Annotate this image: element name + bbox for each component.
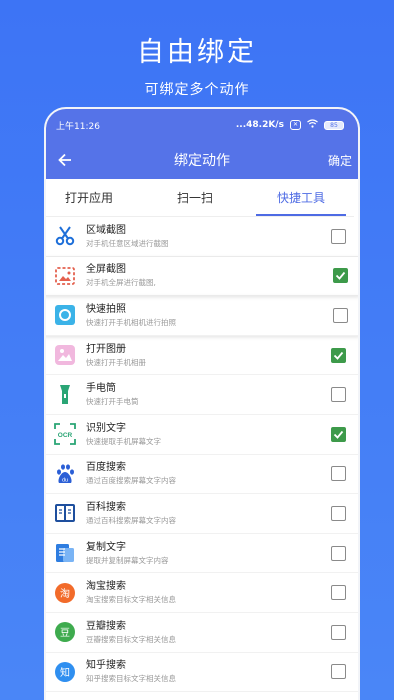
zhihu-icon: 知 xyxy=(54,661,76,683)
battery-icon: 85 xyxy=(324,120,344,130)
item-checkbox[interactable] xyxy=(331,466,346,482)
flashlight-icon xyxy=(54,384,76,406)
network-speed: ...48.2K/s xyxy=(235,120,284,130)
item-checkbox[interactable] xyxy=(331,624,346,640)
list-item-taobao-search[interactable]: 淘 淘宝搜索淘宝搜索目标文字相关信息 xyxy=(46,573,358,613)
item-desc: 对手机全屏进行截图, xyxy=(86,278,156,288)
list-item-recognize-text[interactable]: OCR 识别文字快速提取手机屏幕文字 xyxy=(46,415,358,455)
list-item-zhihu-search[interactable]: 知 知乎搜索知乎搜索目标文字相关信息 xyxy=(46,653,358,693)
item-title: 豆瓣搜索 xyxy=(86,620,126,632)
baidu-icon: du xyxy=(54,463,76,485)
check-icon xyxy=(335,272,346,281)
image-icon xyxy=(54,265,76,287)
item-desc: 快速提取手机屏幕文字 xyxy=(86,436,161,446)
svg-text:豆: 豆 xyxy=(60,627,70,639)
check-icon xyxy=(333,351,344,360)
douban-icon: 豆 xyxy=(54,621,76,643)
status-time: 上午11:26 xyxy=(56,121,100,132)
item-checkbox[interactable] xyxy=(331,545,346,561)
item-title: 全屏截图 xyxy=(86,264,126,276)
sim-icon: ✕ xyxy=(289,120,301,130)
status-indicators: ...48.2K/s ✕ 85 xyxy=(236,119,344,131)
check-icon xyxy=(333,430,344,439)
svg-text:淘: 淘 xyxy=(60,587,70,600)
item-title: 识别文字 xyxy=(86,422,126,434)
item-checkbox[interactable] xyxy=(331,228,346,244)
item-desc: 提取并复制屏幕文字内容 xyxy=(86,555,169,565)
wifi-icon xyxy=(307,119,318,131)
item-title: 打开图册 xyxy=(86,343,126,355)
app-bar: 绑定动作 确定 xyxy=(46,141,358,179)
item-checkbox[interactable] xyxy=(333,307,348,323)
item-checkbox[interactable] xyxy=(331,664,346,680)
phone-screen: 上午11:26 ...48.2K/s ✕ 85 绑定动作 确定 打开应用 扫一扫… xyxy=(44,107,360,700)
back-button[interactable] xyxy=(52,147,78,173)
item-checkbox[interactable] xyxy=(331,585,346,601)
item-desc: 快速打开手机相册 xyxy=(86,357,146,367)
gallery-icon xyxy=(54,344,76,366)
item-desc: 通过百度搜索屏幕文字内容 xyxy=(86,476,176,486)
tab-open-app[interactable]: 打开应用 xyxy=(46,179,142,216)
list-item-partial[interactable] xyxy=(46,692,358,700)
svg-text:du: du xyxy=(62,477,68,483)
list-item-quick-photo[interactable]: 快速拍照快速打开手机相机进行拍照 xyxy=(46,296,358,336)
item-desc: 通过百科搜索屏幕文字内容 xyxy=(86,515,176,525)
ocr-icon: OCR xyxy=(54,423,76,446)
item-desc: 淘宝搜索目标文字相关信息 xyxy=(86,595,176,605)
promo-subtitle: 可绑定多个动作 xyxy=(144,82,250,98)
list-item-copy-text[interactable]: 复制文字提取并复制屏幕文字内容 xyxy=(46,534,358,574)
item-title: 手电筒 xyxy=(86,383,116,395)
promo-title: 自由绑定 xyxy=(137,37,257,68)
item-checkbox[interactable] xyxy=(333,268,348,284)
camera-icon xyxy=(54,304,76,326)
tool-list: 区域截图对手机任意区域进行截图 全屏截图对手机全屏进行截图, 快速拍照快速打开手… xyxy=(46,217,358,700)
list-item-open-gallery[interactable]: 打开图册快速打开手机相册 xyxy=(46,336,358,376)
list-item-baidu-search[interactable]: du 百度搜索通过百度搜索屏幕文字内容 xyxy=(46,455,358,495)
item-title: 知乎搜索 xyxy=(86,660,126,672)
item-title: 百度搜索 xyxy=(86,462,126,474)
item-checkbox[interactable] xyxy=(331,505,346,521)
book-icon xyxy=(54,502,76,524)
arrow-left-icon xyxy=(58,153,71,167)
tab-quick-tools[interactable]: 快捷工具 xyxy=(248,179,354,216)
app-bar-title: 绑定动作 xyxy=(174,153,230,169)
scissors-icon xyxy=(54,225,76,247)
copy-icon xyxy=(54,542,76,564)
list-item-fullscreen-screenshot[interactable]: 全屏截图对手机全屏进行截图, xyxy=(46,257,358,297)
item-title: 区域截图 xyxy=(86,224,126,236)
item-checkbox[interactable] xyxy=(331,387,346,403)
svg-text:OCR: OCR xyxy=(58,432,73,439)
item-desc: 快速打开手机相机进行拍照 xyxy=(86,317,176,327)
list-item-area-screenshot[interactable]: 区域截图对手机任意区域进行截图 xyxy=(46,217,358,257)
item-desc: 豆瓣搜索目标文字相关信息 xyxy=(86,634,176,644)
item-desc: 知乎搜索目标文字相关信息 xyxy=(86,674,176,684)
item-checkbox[interactable] xyxy=(331,426,346,442)
svg-text:知: 知 xyxy=(60,666,70,679)
tab-bar: 打开应用 扫一扫 快捷工具 xyxy=(46,179,354,217)
item-title: 快速拍照 xyxy=(86,303,126,315)
confirm-button[interactable]: 确定 xyxy=(328,152,352,169)
item-checkbox[interactable] xyxy=(331,347,346,363)
list-item-douban-search[interactable]: 豆 豆瓣搜索豆瓣搜索目标文字相关信息 xyxy=(46,613,358,653)
tab-scan[interactable]: 扫一扫 xyxy=(142,179,248,216)
taobao-icon: 淘 xyxy=(54,582,76,604)
item-desc: 对手机任意区域进行截图 xyxy=(86,238,169,248)
item-title: 百科搜索 xyxy=(86,501,126,513)
status-bar: 上午11:26 ...48.2K/s ✕ 85 xyxy=(46,109,358,141)
list-item-flashlight[interactable]: 手电筒快速打开手电筒 xyxy=(46,375,358,415)
item-title: 淘宝搜索 xyxy=(86,581,126,593)
item-title: 复制文字 xyxy=(86,541,126,553)
list-item-encyclopedia-search[interactable]: 百科搜索通过百科搜索屏幕文字内容 xyxy=(46,494,358,534)
item-desc: 快速打开手电筒 xyxy=(86,397,139,407)
